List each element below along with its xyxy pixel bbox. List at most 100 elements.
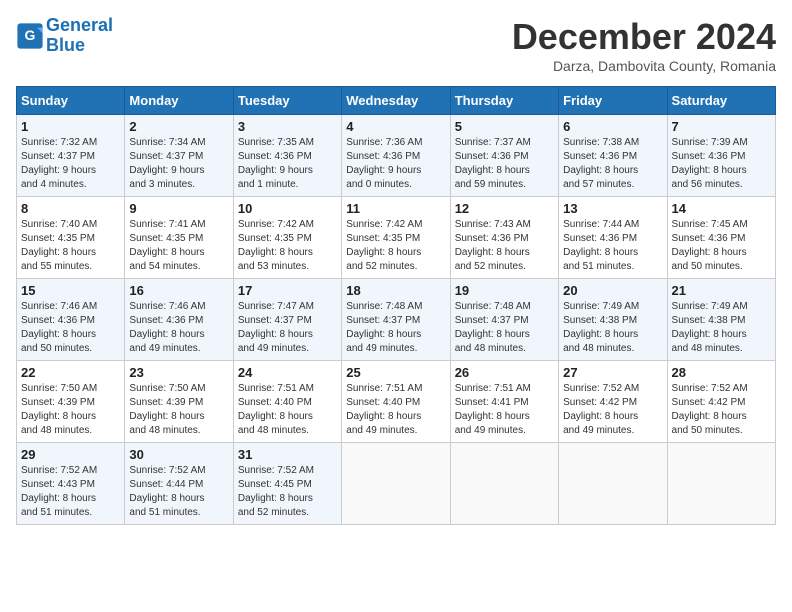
day-info: Sunrise: 7:52 AM Sunset: 4:42 PM Dayligh… <box>672 382 771 438</box>
calendar-cell: 14 Sunrise: 7:45 AM Sunset: 4:36 PM Dayli… <box>667 197 775 279</box>
logo-line2: Blue <box>46 35 85 55</box>
day-number: 31 <box>238 447 337 462</box>
calendar-cell: 9Sunrise: 7:41 AM Sunset: 4:35 PM Daylig… <box>125 197 233 279</box>
calendar-cell: 26 Sunrise: 7:51 AM Sunset: 4:41 PM Dayli… <box>450 361 558 443</box>
week-row-1: 1Sunrise: 7:32 AM Sunset: 4:37 PM Daylig… <box>17 115 776 197</box>
weekday-header-row: SundayMondayTuesdayWednesdayThursdayFrid… <box>17 87 776 115</box>
day-number: 8 <box>21 201 120 216</box>
day-info: Sunrise: 7:51 AM Sunset: 4:40 PM Dayligh… <box>238 382 337 438</box>
day-number: 1 <box>21 119 120 134</box>
day-number: 20 <box>563 283 662 298</box>
calendar-cell: 30 Sunrise: 7:52 AM Sunset: 4:44 PM Dayli… <box>125 443 233 525</box>
day-number: 11 <box>346 201 445 216</box>
calendar-cell: 8 Sunrise: 7:40 AM Sunset: 4:35 PM Daylig… <box>17 197 125 279</box>
calendar-cell: 27 Sunrise: 7:52 AM Sunset: 4:42 PM Dayli… <box>559 361 667 443</box>
day-info: Sunrise: 7:36 AM Sunset: 4:36 PM Dayligh… <box>346 136 445 192</box>
week-row-2: 8 Sunrise: 7:40 AM Sunset: 4:35 PM Daylig… <box>17 197 776 279</box>
day-number: 4 <box>346 119 445 134</box>
weekday-header-friday: Friday <box>559 87 667 115</box>
calendar-cell: 31 Sunrise: 7:52 AM Sunset: 4:45 PM Dayli… <box>233 443 341 525</box>
week-row-4: 22 Sunrise: 7:50 AM Sunset: 4:39 PM Dayli… <box>17 361 776 443</box>
calendar-cell: 18 Sunrise: 7:48 AM Sunset: 4:37 PM Dayli… <box>342 279 450 361</box>
day-number: 14 <box>672 201 771 216</box>
day-number: 7 <box>672 119 771 134</box>
calendar-cell: 24 Sunrise: 7:51 AM Sunset: 4:40 PM Dayli… <box>233 361 341 443</box>
day-info: Sunrise: 7:52 AM Sunset: 4:45 PM Dayligh… <box>238 464 337 520</box>
calendar-cell: 16 Sunrise: 7:46 AM Sunset: 4:36 PM Dayli… <box>125 279 233 361</box>
day-number: 29 <box>21 447 120 462</box>
day-number: 23 <box>129 365 228 380</box>
weekday-header-wednesday: Wednesday <box>342 87 450 115</box>
day-number: 19 <box>455 283 554 298</box>
day-info: Sunrise: 7:48 AM Sunset: 4:37 PM Dayligh… <box>455 300 554 356</box>
day-info: Sunrise: 7:35 AM Sunset: 4:36 PM Dayligh… <box>238 136 337 192</box>
day-info: Sunrise: 7:51 AM Sunset: 4:41 PM Dayligh… <box>455 382 554 438</box>
day-info: Sunrise: 7:49 AM Sunset: 4:38 PM Dayligh… <box>672 300 771 356</box>
calendar-cell <box>342 443 450 525</box>
calendar-cell: 10 Sunrise: 7:42 AM Sunset: 4:35 PM Dayli… <box>233 197 341 279</box>
logo: G General Blue <box>16 16 113 56</box>
day-number: 26 <box>455 365 554 380</box>
calendar-cell: 21 Sunrise: 7:49 AM Sunset: 4:38 PM Dayli… <box>667 279 775 361</box>
day-info: Sunrise: 7:34 AM Sunset: 4:37 PM Dayligh… <box>129 136 228 192</box>
day-info: Sunrise: 7:48 AM Sunset: 4:37 PM Dayligh… <box>346 300 445 356</box>
calendar-cell: 19 Sunrise: 7:48 AM Sunset: 4:37 PM Dayli… <box>450 279 558 361</box>
day-number: 22 <box>21 365 120 380</box>
day-info: Sunrise: 7:46 AM Sunset: 4:36 PM Dayligh… <box>21 300 120 356</box>
calendar-cell: 20 Sunrise: 7:49 AM Sunset: 4:38 PM Dayli… <box>559 279 667 361</box>
day-info: Sunrise: 7:46 AM Sunset: 4:36 PM Dayligh… <box>129 300 228 356</box>
day-info: Sunrise: 7:45 AM Sunset: 4:36 PM Dayligh… <box>672 218 771 274</box>
day-info: Sunrise: 7:50 AM Sunset: 4:39 PM Dayligh… <box>21 382 120 438</box>
calendar-cell: 2Sunrise: 7:34 AM Sunset: 4:37 PM Daylig… <box>125 115 233 197</box>
calendar-cell: 3Sunrise: 7:35 AM Sunset: 4:36 PM Daylig… <box>233 115 341 197</box>
day-number: 16 <box>129 283 228 298</box>
calendar-cell: 13Sunrise: 7:44 AM Sunset: 4:36 PM Dayli… <box>559 197 667 279</box>
calendar-cell: 22 Sunrise: 7:50 AM Sunset: 4:39 PM Dayli… <box>17 361 125 443</box>
day-info: Sunrise: 7:50 AM Sunset: 4:39 PM Dayligh… <box>129 382 228 438</box>
day-info: Sunrise: 7:47 AM Sunset: 4:37 PM Dayligh… <box>238 300 337 356</box>
calendar-body: 1Sunrise: 7:32 AM Sunset: 4:37 PM Daylig… <box>17 115 776 525</box>
day-info: Sunrise: 7:49 AM Sunset: 4:38 PM Dayligh… <box>563 300 662 356</box>
calendar-cell: 25 Sunrise: 7:51 AM Sunset: 4:40 PM Dayli… <box>342 361 450 443</box>
day-number: 10 <box>238 201 337 216</box>
calendar-cell: 5Sunrise: 7:37 AM Sunset: 4:36 PM Daylig… <box>450 115 558 197</box>
day-number: 18 <box>346 283 445 298</box>
day-info: Sunrise: 7:42 AM Sunset: 4:35 PM Dayligh… <box>346 218 445 274</box>
day-info: Sunrise: 7:43 AM Sunset: 4:36 PM Dayligh… <box>455 218 554 274</box>
calendar-header: SundayMondayTuesdayWednesdayThursdayFrid… <box>17 87 776 115</box>
day-number: 12 <box>455 201 554 216</box>
day-number: 21 <box>672 283 771 298</box>
day-number: 27 <box>563 365 662 380</box>
day-number: 15 <box>21 283 120 298</box>
day-info: Sunrise: 7:52 AM Sunset: 4:43 PM Dayligh… <box>21 464 120 520</box>
day-info: Sunrise: 7:52 AM Sunset: 4:44 PM Dayligh… <box>129 464 228 520</box>
svg-text:G: G <box>25 27 36 43</box>
day-info: Sunrise: 7:37 AM Sunset: 4:36 PM Dayligh… <box>455 136 554 192</box>
calendar-cell: 12 Sunrise: 7:43 AM Sunset: 4:36 PM Dayli… <box>450 197 558 279</box>
day-number: 17 <box>238 283 337 298</box>
day-info: Sunrise: 7:42 AM Sunset: 4:35 PM Dayligh… <box>238 218 337 274</box>
calendar-cell: 28 Sunrise: 7:52 AM Sunset: 4:42 PM Dayli… <box>667 361 775 443</box>
calendar-cell: 7 Sunrise: 7:39 AM Sunset: 4:36 PM Daylig… <box>667 115 775 197</box>
day-number: 9 <box>129 201 228 216</box>
day-info: Sunrise: 7:39 AM Sunset: 4:36 PM Dayligh… <box>672 136 771 192</box>
day-info: Sunrise: 7:51 AM Sunset: 4:40 PM Dayligh… <box>346 382 445 438</box>
title-area: December 2024 Darza, Dambovita County, R… <box>512 16 776 74</box>
calendar-title: December 2024 <box>512 16 776 58</box>
day-info: Sunrise: 7:52 AM Sunset: 4:42 PM Dayligh… <box>563 382 662 438</box>
calendar-subtitle: Darza, Dambovita County, Romania <box>512 58 776 74</box>
day-info: Sunrise: 7:38 AM Sunset: 4:36 PM Dayligh… <box>563 136 662 192</box>
weekday-header-saturday: Saturday <box>667 87 775 115</box>
day-number: 28 <box>672 365 771 380</box>
calendar-cell: 17 Sunrise: 7:47 AM Sunset: 4:37 PM Dayli… <box>233 279 341 361</box>
day-info: Sunrise: 7:40 AM Sunset: 4:35 PM Dayligh… <box>21 218 120 274</box>
day-number: 25 <box>346 365 445 380</box>
weekday-header-thursday: Thursday <box>450 87 558 115</box>
calendar-cell <box>450 443 558 525</box>
day-number: 13 <box>563 201 662 216</box>
day-number: 30 <box>129 447 228 462</box>
header: G General Blue December 2024 Darza, Damb… <box>16 16 776 74</box>
day-number: 24 <box>238 365 337 380</box>
calendar-cell: 1Sunrise: 7:32 AM Sunset: 4:37 PM Daylig… <box>17 115 125 197</box>
week-row-5: 29 Sunrise: 7:52 AM Sunset: 4:43 PM Dayli… <box>17 443 776 525</box>
